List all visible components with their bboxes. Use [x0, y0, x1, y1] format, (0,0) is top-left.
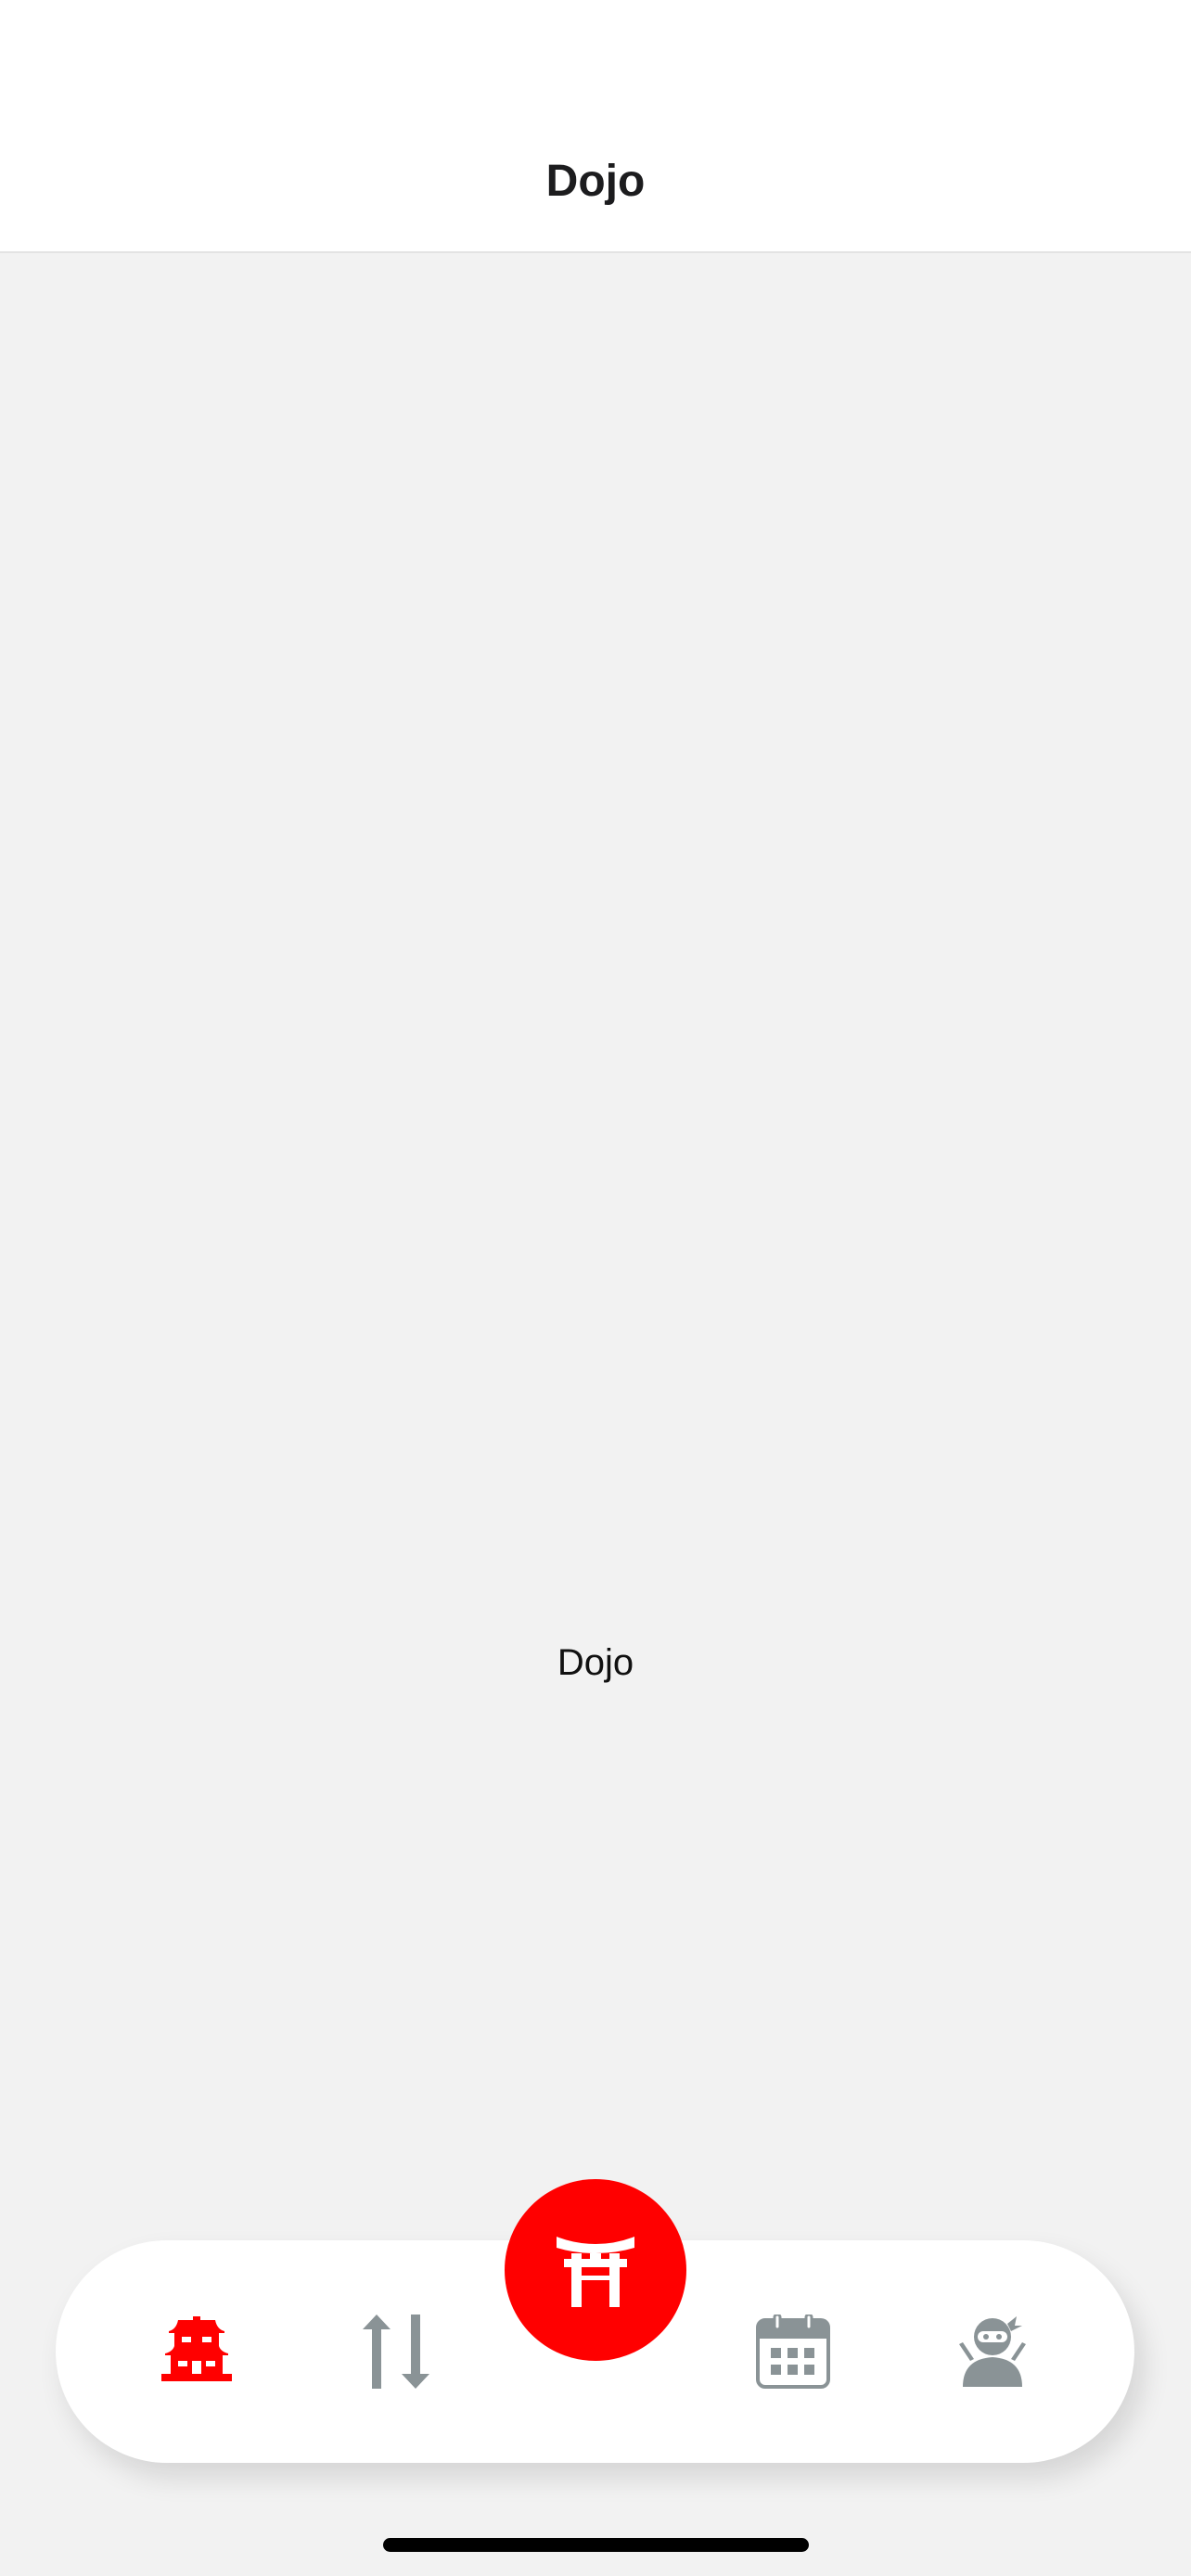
tab-calendar[interactable]	[737, 2296, 849, 2407]
tab-sort[interactable]	[340, 2296, 452, 2407]
sort-arrows-icon	[357, 2313, 435, 2391]
center-torii-button[interactable]	[505, 2179, 686, 2361]
nav-header: Dojo	[0, 0, 1191, 253]
tab-dojo[interactable]	[141, 2296, 252, 2407]
tab-profile[interactable]	[937, 2296, 1048, 2407]
calendar-icon	[756, 2315, 830, 2389]
ninja-icon	[955, 2315, 1030, 2389]
dojo-house-icon	[161, 2316, 232, 2387]
torii-gate-icon	[557, 2229, 634, 2312]
home-indicator[interactable]	[383, 2538, 809, 2552]
page-title: Dojo	[545, 157, 646, 206]
content-label: Dojo	[557, 1642, 634, 1683]
